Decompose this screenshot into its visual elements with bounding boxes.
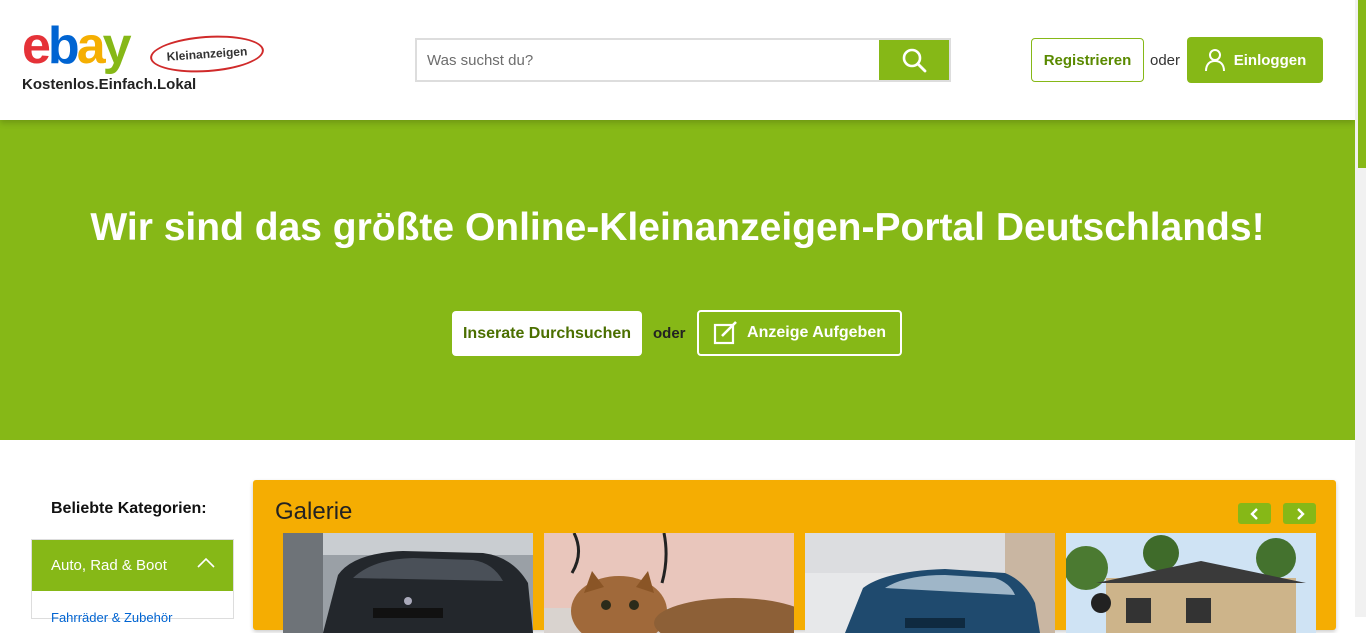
edit-icon xyxy=(713,321,737,345)
search-button[interactable] xyxy=(879,40,949,80)
gallery-item-house[interactable] xyxy=(1066,533,1316,633)
category-label: Auto, Rad & Boot xyxy=(51,557,167,574)
hero-banner: Wir sind das größte Online-Kleinanzeigen… xyxy=(0,120,1355,440)
site-logo[interactable]: ebay Kleinanzeigen Kostenlos.Einfach.Lok… xyxy=(22,18,272,98)
login-label: Einloggen xyxy=(1233,51,1307,69)
search-bar xyxy=(415,38,951,82)
categories-title: Beliebte Kategorien: xyxy=(51,500,207,517)
post-ad-label: Anzeige Aufgeben xyxy=(747,324,886,341)
car-photo xyxy=(805,533,1055,633)
register-button[interactable]: Registrieren xyxy=(1031,38,1144,82)
ebay-wordmark: ebay xyxy=(22,17,132,75)
search-icon xyxy=(902,48,927,73)
logo-tagline: Kostenlos.Einfach.Lokal xyxy=(22,76,197,93)
scrollbar-thumb[interactable] xyxy=(1358,0,1366,168)
cat-photo xyxy=(544,533,794,633)
gallery-item-car[interactable] xyxy=(283,533,533,633)
site-header: ebay Kleinanzeigen Kostenlos.Einfach.Lok… xyxy=(0,0,1355,120)
category-auto-rad-boot[interactable]: Auto, Rad & Boot xyxy=(32,540,233,591)
house-photo xyxy=(1066,533,1316,633)
chevron-up-icon xyxy=(197,557,215,568)
kleinanzeigen-badge: Kleinanzeigen xyxy=(148,32,266,76)
hero-title: Wir sind das größte Online-Kleinanzeigen… xyxy=(90,206,1265,249)
gallery-prev-button[interactable] xyxy=(1238,503,1271,524)
chevron-left-icon xyxy=(1249,507,1258,520)
post-ad-button[interactable]: Anzeige Aufgeben xyxy=(697,310,902,356)
subcategory-link[interactable]: Fahrräder & Zubehör xyxy=(51,610,172,625)
user-icon xyxy=(1204,49,1225,72)
gallery-panel: Galerie xyxy=(253,480,1336,633)
category-accordion: Auto, Rad & Boot Fahrräder & Zubehör xyxy=(31,539,234,625)
car-photo xyxy=(283,533,533,633)
search-input[interactable] xyxy=(417,40,879,80)
gallery-item-car-blue[interactable] xyxy=(805,533,1055,633)
chevron-right-icon xyxy=(1296,507,1305,520)
or-label: oder xyxy=(1150,52,1181,69)
login-button[interactable]: Einloggen xyxy=(1187,37,1323,83)
hero-or-label: oder xyxy=(653,325,686,342)
gallery-item-cat[interactable] xyxy=(544,533,794,633)
gallery-title: Galerie xyxy=(275,498,353,525)
browse-listings-button[interactable]: Inserate Durchsuchen xyxy=(452,311,642,356)
gallery-next-button[interactable] xyxy=(1283,503,1316,524)
